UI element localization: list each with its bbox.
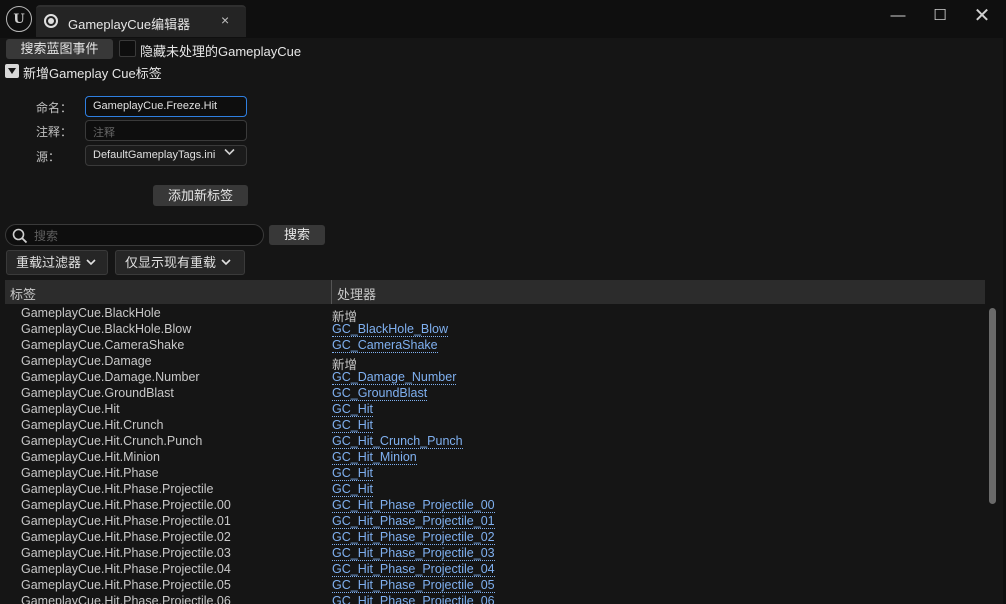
column-header-handler[interactable]: 处理器: [337, 284, 376, 303]
minimize-button[interactable]: —: [886, 6, 910, 26]
search-button[interactable]: 搜索: [269, 225, 325, 245]
handler-link[interactable]: GC_CameraShake: [332, 338, 438, 353]
handler-link[interactable]: GC_Hit_Crunch_Punch: [332, 434, 463, 449]
tab-title: GameplayCue编辑器: [68, 17, 191, 32]
handler-link[interactable]: GC_Damage_Number: [332, 370, 457, 385]
tag-cell: GameplayCue.BlackHole.Blow: [21, 322, 192, 336]
tag-cell: GameplayCue.Hit.Phase.Projectile.03: [21, 546, 231, 560]
chevron-down-icon: [86, 252, 96, 275]
table-row[interactable]: GameplayCue.Hit.Phase.Projectile.05 GC_Hi…: [5, 578, 985, 594]
handler-link[interactable]: GC_Hit_Minion: [332, 450, 417, 465]
hide-unhandled-label: 隐藏未处理的GameplayCue: [140, 44, 302, 59]
table-row[interactable]: GameplayCue.Hit.Phase.Projectile.02 GC_Hi…: [5, 530, 985, 546]
tag-cell: GameplayCue.Hit.Phase.Projectile.06: [21, 594, 231, 604]
tag-table-body: GameplayCue.BlackHole 新增 GameplayCue.Black…: [5, 306, 985, 604]
table-row[interactable]: GameplayCue.Hit.Phase.Projectile GC_Hit: [5, 482, 985, 498]
table-header: 标签 处理器: [5, 280, 985, 304]
editor-tab[interactable]: GameplayCue编辑器 ×: [36, 5, 246, 37]
column-divider[interactable]: [331, 280, 332, 304]
table-row[interactable]: GameplayCue.Hit.Phase.Projectile.00 GC_Hi…: [5, 498, 985, 514]
source-dropdown[interactable]: DefaultGameplayTags.ini: [85, 145, 247, 166]
handler-link[interactable]: GC_BlackHole_Blow: [332, 322, 449, 337]
handler-link[interactable]: GC_Hit_Phase_Projectile_05: [332, 578, 495, 593]
table-row[interactable]: GameplayCue.Hit.Crunch GC_Hit: [5, 418, 985, 434]
unreal-logo-icon: U: [6, 6, 32, 32]
tag-cell: GameplayCue.Damage: [21, 354, 152, 368]
handler-link[interactable]: GC_Hit: [332, 418, 373, 433]
reload-filter-label: 重载过滤器: [16, 255, 82, 270]
table-row[interactable]: GameplayCue.Hit.Phase.Projectile.03 GC_Hi…: [5, 546, 985, 562]
handler-link[interactable]: GC_Hit_Phase_Projectile_01: [332, 514, 495, 529]
vertical-scrollbar[interactable]: [989, 308, 996, 504]
table-row[interactable]: GameplayCue.Damage 新增: [5, 354, 985, 372]
source-label: 源：: [36, 150, 61, 164]
tab-close-icon[interactable]: ×: [221, 12, 229, 28]
chevron-down-icon: [224, 147, 235, 159]
search-input[interactable]: 搜索: [5, 224, 264, 246]
chevron-down-icon: [221, 252, 231, 275]
comment-input[interactable]: 注释: [85, 120, 247, 141]
show-existing-label: 仅显示现有重载: [125, 255, 217, 270]
table-row[interactable]: GameplayCue.Hit.Crunch.Punch GC_Hit_Crunc…: [5, 434, 985, 450]
tag-cell: GameplayCue.Hit.Phase.Projectile: [21, 482, 214, 496]
tag-cell: GameplayCue.Hit.Phase.Projectile.01: [21, 514, 231, 528]
handler-link[interactable]: GC_GroundBlast: [332, 386, 428, 401]
table-row[interactable]: GameplayCue.Hit.Phase.Projectile.01 GC_Hi…: [5, 514, 985, 530]
show-existing-overrides-dropdown[interactable]: 仅显示现有重载: [115, 250, 245, 275]
handler-link[interactable]: GC_Hit_Phase_Projectile_03: [332, 546, 495, 561]
tag-cell: GameplayCue.Hit.Phase: [21, 466, 159, 480]
table-row[interactable]: GameplayCue.Hit.Phase GC_Hit: [5, 466, 985, 482]
handler-link[interactable]: GC_Hit: [332, 402, 373, 417]
table-row[interactable]: GameplayCue.Hit.Phase.Projectile.04 GC_Hi…: [5, 562, 985, 578]
column-header-tag[interactable]: 标签: [10, 284, 36, 303]
handler-link[interactable]: GC_Hit: [332, 482, 373, 497]
tag-cell: GameplayCue.Hit.Phase.Projectile.02: [21, 530, 231, 544]
tag-cell: GameplayCue.Hit.Crunch: [21, 418, 164, 432]
tag-cell: GameplayCue.Hit.Phase.Projectile.00: [21, 498, 231, 512]
handler-link[interactable]: GC_Hit_Phase_Projectile_02: [332, 530, 495, 545]
search-blueprint-events-button[interactable]: 搜索蓝图事件: [6, 39, 113, 59]
tag-cell: GameplayCue.Hit.Phase.Projectile.05: [21, 578, 231, 592]
tag-cell: GameplayCue.BlackHole: [21, 306, 161, 320]
table-row[interactable]: GameplayCue.Hit.Minion GC_Hit_Minion: [5, 450, 985, 466]
hide-unhandled-checkbox[interactable]: [119, 40, 136, 57]
table-row[interactable]: GameplayCue.GroundBlast GC_GroundBlast: [5, 386, 985, 402]
tag-cell: GameplayCue.Damage.Number: [21, 370, 200, 384]
name-label: 命名：: [36, 101, 73, 115]
collapse-arrow-icon[interactable]: [5, 64, 19, 78]
handler-link[interactable]: GC_Hit_Phase_Projectile_04: [332, 562, 495, 577]
handler-link[interactable]: GC_Hit_Phase_Projectile_00: [332, 498, 495, 513]
tag-cell: GameplayCue.Hit.Phase.Projectile.04: [21, 562, 231, 576]
add-new-tag-button[interactable]: 添加新标签: [153, 185, 248, 206]
tag-cell: GameplayCue.Hit.Crunch.Punch: [21, 434, 203, 448]
table-row[interactable]: GameplayCue.BlackHole.Blow GC_BlackHole_B…: [5, 322, 985, 338]
new-tag-section-title[interactable]: 新增Gameplay Cue标签: [23, 63, 162, 82]
gameplaycue-editor-icon: [44, 14, 58, 28]
tag-cell: GameplayCue.GroundBlast: [21, 386, 174, 400]
close-window-button[interactable]: ✕: [970, 6, 994, 26]
table-row[interactable]: GameplayCue.Hit GC_Hit: [5, 402, 985, 418]
reload-filter-dropdown[interactable]: 重载过滤器: [6, 250, 108, 275]
tag-cell: GameplayCue.Hit: [21, 402, 120, 416]
tag-cell: GameplayCue.Hit.Minion: [21, 450, 160, 464]
tag-cell: GameplayCue.CameraShake: [21, 338, 185, 352]
table-row[interactable]: GameplayCue.BlackHole 新增: [5, 306, 985, 324]
tag-name-input[interactable]: GameplayCue.Freeze.Hit: [85, 96, 247, 117]
table-row[interactable]: GameplayCue.Damage.Number GC_Damage_Numbe…: [5, 370, 985, 386]
maximize-button[interactable]: ☐: [928, 6, 952, 26]
handler-link[interactable]: GC_Hit: [332, 466, 373, 481]
comment-label: 注释：: [36, 125, 73, 139]
table-row[interactable]: GameplayCue.Hit.Phase.Projectile.06 GC_Hi…: [5, 594, 985, 604]
search-placeholder: 搜索: [34, 229, 59, 243]
table-row[interactable]: GameplayCue.CameraShake GC_CameraShake: [5, 338, 985, 354]
handler-link[interactable]: GC_Hit_Phase_Projectile_06: [332, 594, 495, 604]
search-icon: [12, 228, 28, 244]
